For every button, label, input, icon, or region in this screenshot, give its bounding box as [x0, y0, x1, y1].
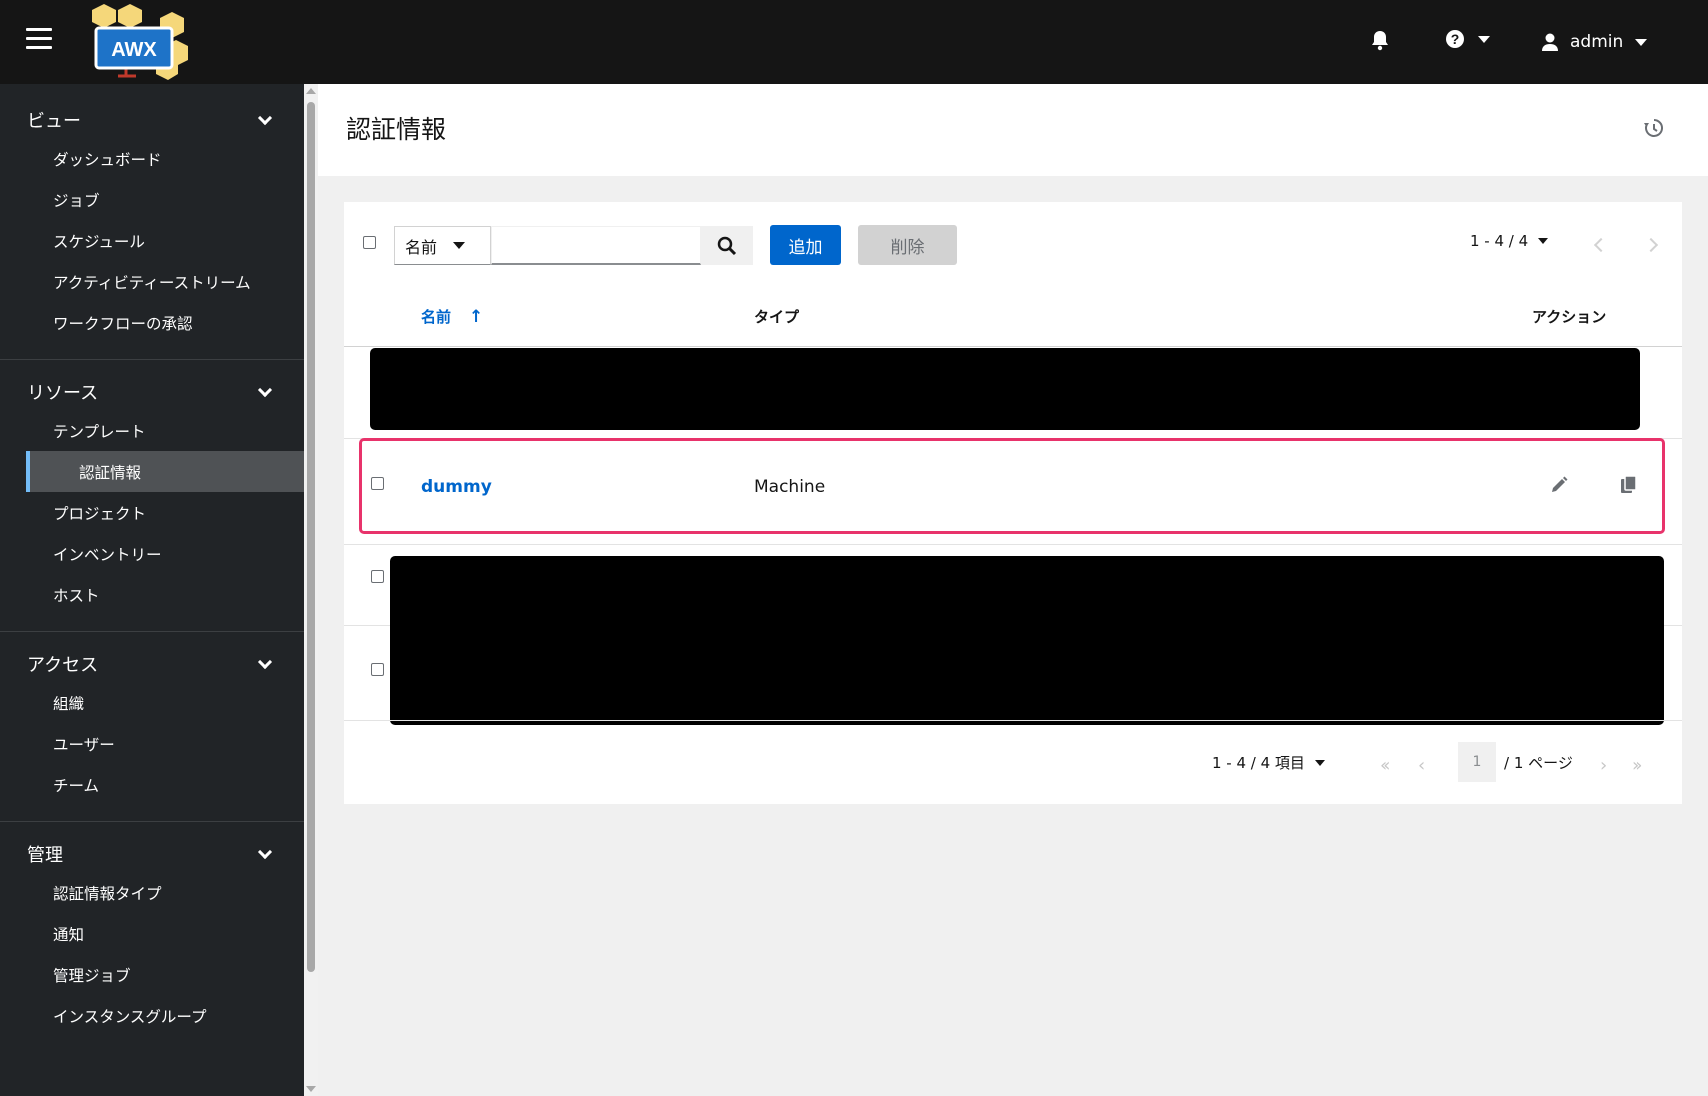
redacted-row — [370, 348, 1640, 430]
pagination-per-page-toggle-bottom[interactable]: 1 - 4 / 4 項目 — [1212, 752, 1325, 773]
sidebar-nav: ビュー ダッシュボード ジョブ スケジュール アクティビティーストリーム ワーク… — [0, 84, 304, 1096]
nav-group-title: リソース — [27, 383, 99, 404]
history-icon[interactable] — [1642, 116, 1666, 140]
sidebar-item-teams[interactable]: チーム — [0, 764, 304, 805]
search-input[interactable] — [491, 226, 701, 265]
nav-group-resources: リソース テンプレート 認証情報 プロジェクト インベントリー ホスト — [0, 360, 304, 632]
nav-group-title: ビュー — [27, 111, 81, 132]
chevron-down-icon — [257, 110, 273, 125]
page-count-label: / 1 ページ — [1504, 754, 1573, 772]
sidebar-scrollbar[interactable] — [304, 84, 318, 1096]
search-button[interactable] — [701, 226, 753, 265]
scroll-up-arrow-icon[interactable] — [306, 88, 316, 94]
scroll-down-arrow-icon[interactable] — [306, 1086, 316, 1092]
next-page-icon[interactable] — [1643, 237, 1659, 253]
credential-type: Machine — [754, 477, 826, 497]
notifications-bell-icon[interactable] — [1366, 26, 1394, 54]
chevron-down-icon — [1635, 38, 1648, 46]
top-header: AWX ? admin — [0, 0, 1708, 84]
user-menu[interactable]: admin — [1540, 28, 1648, 56]
redacted-rows — [390, 556, 1664, 725]
pagination-range: 1 - 4 / 4 — [1470, 232, 1529, 250]
sidebar-item-templates[interactable]: テンプレート — [0, 410, 304, 451]
sidebar-item-schedules[interactable]: スケジュール — [0, 220, 304, 261]
header-divider — [344, 346, 1682, 347]
sidebar-item-users[interactable]: ユーザー — [0, 723, 304, 764]
nav-group-toggle-resources[interactable]: リソース — [0, 374, 304, 410]
sidebar-item-activity-stream[interactable]: アクティビティーストリーム — [0, 261, 304, 302]
nav-group-toggle-administration[interactable]: 管理 — [0, 836, 304, 872]
page-title: 認証情報 — [346, 115, 447, 144]
user-icon — [1542, 33, 1558, 51]
row-checkbox[interactable] — [371, 663, 384, 676]
column-name-label: 名前 — [421, 308, 452, 326]
previous-page-icon[interactable] — [1593, 237, 1609, 253]
column-header-type: タイプ — [754, 308, 800, 326]
edit-pencil-icon[interactable] — [1548, 474, 1570, 496]
chevron-down-icon — [1314, 759, 1325, 766]
chevron-down-icon — [1478, 35, 1490, 43]
svg-text:AWX: AWX — [111, 39, 157, 61]
add-button[interactable]: 追加 — [770, 225, 841, 265]
nav-group-title: アクセス — [27, 655, 99, 676]
page-header: 認証情報 — [318, 84, 1708, 176]
filter-key-select[interactable]: 名前 — [394, 226, 491, 265]
svg-text:?: ? — [1451, 31, 1460, 47]
row-checkbox[interactable] — [371, 570, 384, 583]
chevron-down-icon — [257, 654, 273, 669]
chevron-down-icon — [1538, 238, 1549, 244]
sidebar-item-hosts[interactable]: ホスト — [0, 574, 304, 615]
highlight-box — [359, 438, 1665, 534]
nav-group-title: 管理 — [27, 845, 63, 866]
credentials-list-card: 名前 追加 削除 1 - 4 / 4 名前 ↑ タイプ アクション dummy … — [344, 202, 1682, 804]
sidebar-item-jobs[interactable]: ジョブ — [0, 179, 304, 220]
chevron-down-icon — [453, 242, 466, 249]
column-header-actions: アクション — [1532, 308, 1607, 326]
credential-name-link[interactable]: dummy — [421, 477, 492, 497]
nav-group-toggle-access[interactable]: アクセス — [0, 646, 304, 682]
sidebar-item-workflow-approvals[interactable]: ワークフローの承認 — [0, 302, 304, 343]
last-page-icon[interactable]: ›› — [1632, 755, 1643, 776]
chevron-down-icon — [257, 844, 273, 859]
nav-group-toggle-views[interactable]: ビュー — [0, 102, 304, 138]
hamburger-menu-icon[interactable] — [26, 28, 52, 52]
search-icon — [717, 236, 737, 255]
sidebar-item-projects[interactable]: プロジェクト — [0, 492, 304, 533]
sidebar-item-organizations[interactable]: 組織 — [0, 682, 304, 723]
sidebar-item-inventories[interactable]: インベントリー — [0, 533, 304, 574]
nav-group-administration: 管理 認証情報タイプ 通知 管理ジョブ インスタンスグループ — [0, 822, 304, 1052]
first-page-icon[interactable]: ‹‹ — [1380, 755, 1391, 776]
column-header-name[interactable]: 名前 ↑ — [421, 306, 483, 327]
copy-icon[interactable] — [1618, 474, 1640, 496]
select-all-checkbox[interactable] — [363, 236, 376, 249]
row-divider — [344, 544, 1682, 545]
previous-page-bottom-icon[interactable]: ‹ — [1418, 755, 1425, 776]
filter-key-label: 名前 — [405, 237, 438, 257]
sidebar-item-management-jobs[interactable]: 管理ジョブ — [0, 954, 304, 995]
chevron-down-icon — [257, 382, 273, 397]
scrollbar-thumb[interactable] — [307, 102, 315, 972]
current-page-input[interactable]: 1 — [1458, 742, 1496, 782]
sidebar-item-dashboard[interactable]: ダッシュボード — [0, 138, 304, 179]
nav-group-access: アクセス 組織 ユーザー チーム — [0, 632, 304, 822]
help-icon: ? — [1446, 30, 1464, 48]
sidebar-item-credentials[interactable]: 認証情報 — [26, 451, 304, 492]
sidebar-item-credential-types[interactable]: 認証情報タイプ — [0, 872, 304, 913]
sidebar-item-notifications[interactable]: 通知 — [0, 913, 304, 954]
row-divider — [344, 720, 1682, 721]
help-menu[interactable]: ? — [1444, 28, 1490, 50]
delete-button[interactable]: 削除 — [858, 225, 957, 265]
sort-ascending-icon: ↑ — [469, 306, 484, 327]
pagination-items-label: 1 - 4 / 4 項目 — [1212, 754, 1305, 772]
awx-logo: AWX — [92, 4, 188, 80]
nav-group-views: ビュー ダッシュボード ジョブ スケジュール アクティビティーストリーム ワーク… — [0, 84, 304, 360]
user-name: admin — [1570, 32, 1624, 52]
sidebar-item-instance-groups[interactable]: インスタンスグループ — [0, 995, 304, 1036]
row-checkbox[interactable] — [371, 477, 384, 490]
pagination-per-page-toggle[interactable]: 1 - 4 / 4 — [1470, 232, 1549, 250]
next-page-bottom-icon[interactable]: › — [1600, 755, 1607, 776]
